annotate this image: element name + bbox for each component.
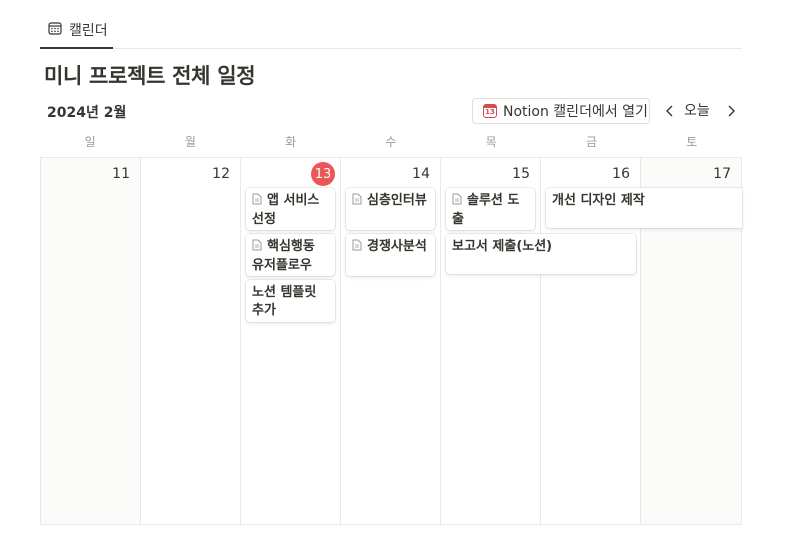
- event-card-tue-2[interactable]: 핵심행동 유저플로우: [246, 234, 335, 276]
- weekday-sat: 토: [686, 135, 698, 149]
- event-card-fri-sat-span[interactable]: 개선 디자인 제작: [546, 188, 742, 228]
- event-card-wed-1[interactable]: 심층인터뷰: [346, 188, 435, 230]
- notion-calendar-icon: 13: [483, 104, 497, 118]
- event-title: 개선 디자인 제작: [552, 193, 645, 208]
- event-title: 경쟁사분석: [367, 239, 427, 254]
- page-icon: [252, 193, 262, 211]
- event-title: 심층인터뷰: [367, 193, 427, 208]
- event-card-wed-2[interactable]: 경쟁사분석: [346, 234, 435, 276]
- page-title: 미니 프로젝트 전체 일정: [44, 64, 256, 88]
- event-title: 보고서 제출(노션): [452, 239, 553, 254]
- day-number: 17: [713, 166, 731, 182]
- day-number: 14: [412, 166, 430, 182]
- chevron-right-icon: [726, 102, 736, 121]
- open-in-notion-calendar-label: Notion 캘린더에서 열기: [503, 104, 648, 120]
- day-number: 16: [612, 166, 630, 182]
- weekday-header: 일 월 화 수 목 금 토: [40, 133, 742, 153]
- event-title: 솔루션 도출: [452, 193, 520, 227]
- page-icon: [352, 239, 362, 257]
- day-number: 11: [112, 166, 130, 182]
- event-card-tue-1[interactable]: 앱 서비스 선정: [246, 188, 335, 230]
- event-card-tue-3[interactable]: 노션 템플릿 추가: [246, 280, 335, 322]
- event-title: 노션 템플릿 추가: [252, 285, 317, 318]
- today-day-number: 13: [311, 162, 335, 186]
- open-in-notion-calendar-button[interactable]: 13 Notion 캘린더에서 열기: [472, 98, 650, 124]
- day-cell-sun[interactable]: 11: [41, 158, 141, 524]
- day-cell-mon[interactable]: 12: [141, 158, 241, 524]
- weekday-wed: 수: [385, 135, 397, 149]
- event-card-thu-1[interactable]: 솔루션 도출: [446, 188, 535, 230]
- tab-calendar[interactable]: 캘린더: [40, 12, 113, 49]
- tab-calendar-label: 캘린더: [69, 22, 108, 39]
- day-number: 12: [212, 166, 230, 182]
- weekday-fri: 금: [585, 135, 597, 149]
- current-month-label: 2024년 2월: [47, 105, 127, 121]
- view-tab-bar: 캘린더: [40, 12, 742, 49]
- notion-calendar-icon-number: 13: [485, 108, 495, 116]
- page-icon: [452, 193, 462, 211]
- next-month-button[interactable]: [722, 101, 740, 121]
- weekday-mon: 월: [184, 135, 196, 149]
- page-icon: [352, 193, 362, 211]
- prev-month-button[interactable]: [661, 101, 679, 121]
- weekday-thu: 목: [485, 135, 497, 149]
- calendar-icon: [48, 20, 62, 39]
- weekday-tue: 화: [285, 135, 297, 149]
- day-number: 15: [512, 166, 530, 182]
- chevron-left-icon: [665, 102, 675, 121]
- weekday-sun: 일: [84, 135, 96, 149]
- today-button[interactable]: 오늘: [684, 101, 710, 121]
- page-icon: [252, 239, 262, 257]
- event-card-thu-fri-span[interactable]: 보고서 제출(노션): [446, 234, 636, 274]
- event-title: 앱 서비스 선정: [252, 193, 320, 227]
